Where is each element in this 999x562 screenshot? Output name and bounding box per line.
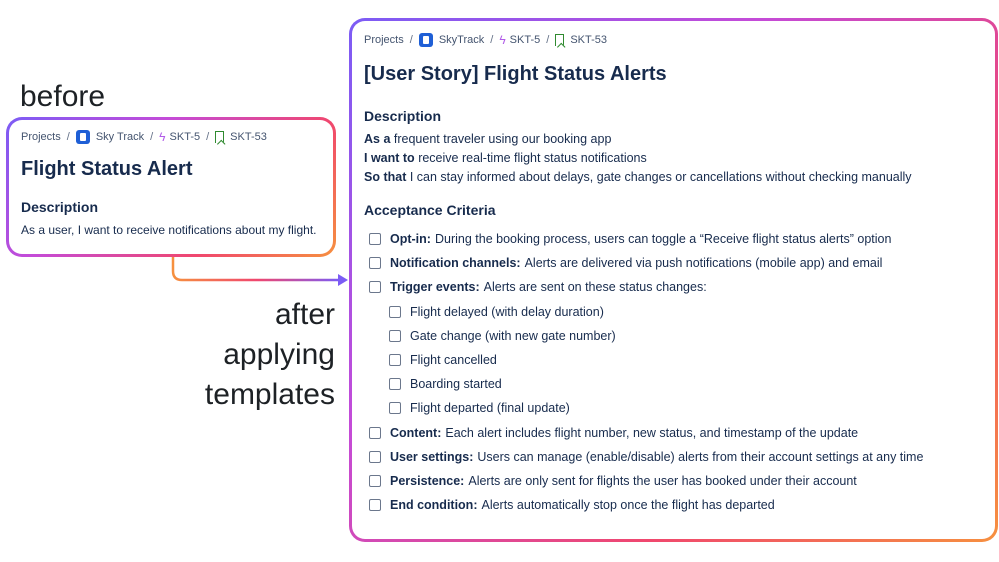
checkbox[interactable] [389,402,401,415]
before-label: before [20,80,106,113]
story-lead: As a [364,132,391,146]
criteria-label: Opt-in: [390,232,431,247]
breadcrumb-epic[interactable]: SKT-5 [510,34,541,46]
checkbox[interactable] [369,474,381,487]
after-card-frame: Projects / SkyTrack / ϟ SKT-5 / SKT-53 [… [349,18,998,542]
criteria-subitem: Gate change (with new gate number) [364,324,983,348]
criteria-item-end-condition: End condition: Alerts automatically stop… [364,493,983,517]
acceptance-criteria-list: Opt-in: During the booking process, user… [364,227,983,517]
checkbox[interactable] [389,354,401,367]
criteria-item-opt-in: Opt-in: During the booking process, user… [364,227,983,251]
description-text[interactable]: As a user, I want to receive notificatio… [21,223,321,237]
criteria-text: Alerts automatically stop once the fligh… [481,498,775,513]
after-label-line: templates [204,378,335,411]
breadcrumb-epic[interactable]: SKT-5 [170,131,201,143]
criteria-text: Alerts are only sent for flights the use… [468,473,857,488]
criteria-text: Alerts are delivered via push notificati… [524,256,883,271]
story-text: receive real-time flight status notifica… [418,151,647,165]
criteria-text: Flight departed (final update) [410,401,570,416]
breadcrumb-projects[interactable]: Projects [364,34,404,46]
criteria-label: Content: [390,425,442,440]
criteria-label: Notification channels: [390,256,521,271]
checkbox[interactable] [369,233,381,246]
criteria-item-content: Content: Each alert includes flight numb… [364,421,983,445]
after-label-line: applying [223,338,335,371]
before-card-frame: Projects / Sky Track / ϟ SKT-5 / SKT-53 … [6,117,336,257]
story-text: I can stay informed about delays, gate c… [409,170,912,184]
acceptance-criteria-heading: Acceptance Criteria [364,202,496,218]
criteria-item-user-settings: User settings: Users can manage (enable/… [364,445,983,469]
after-issue-card: Projects / SkyTrack / ϟ SKT-5 / SKT-53 [… [352,21,995,539]
criteria-label: Persistence: [390,473,465,488]
criteria-item-trigger-events: Trigger events: Alerts are sent on these… [364,275,983,299]
breadcrumb-issue[interactable]: SKT-53 [230,131,267,143]
epic-lightning-icon: ϟ [159,130,166,144]
before-issue-card: Projects / Sky Track / ϟ SKT-5 / SKT-53 … [9,120,333,254]
breadcrumb-separator: / [206,131,210,143]
criteria-text: Flight delayed (with delay duration) [410,304,604,319]
breadcrumb-project[interactable]: SkyTrack [439,34,484,46]
criteria-text: Users can manage (enable/disable) alerts… [477,449,924,464]
transform-arrow [171,255,348,286]
breadcrumb-project[interactable]: Sky Track [96,131,144,143]
issue-title[interactable]: [User Story] Flight Status Alerts [364,63,983,86]
criteria-subitem: Flight departed (final update) [364,396,983,420]
story-text: frequent traveler using our booking app [393,132,612,146]
criteria-item-persistence: Persistence: Alerts are only sent for fl… [364,469,983,493]
breadcrumb-separator: / [150,131,154,143]
checkbox[interactable] [369,450,381,463]
checkbox[interactable] [369,426,381,439]
criteria-text: Each alert includes flight number, new s… [445,425,859,440]
story-bookmark-icon [555,34,565,46]
breadcrumb-separator: / [490,34,494,46]
project-icon [75,130,90,144]
description-heading: Description [364,108,442,124]
story-bookmark-icon [215,131,225,143]
criteria-label: Trigger events: [390,280,480,295]
story-lead: I want to [364,151,415,165]
criteria-text: Boarding started [410,377,502,392]
criteria-item-notification-channels: Notification channels: Alerts are delive… [364,251,983,275]
story-lead: So that [364,170,407,184]
project-icon [418,33,433,47]
criteria-text: Flight cancelled [410,353,497,368]
criteria-label: End condition: [390,498,478,513]
checkbox[interactable] [369,499,381,512]
checkbox[interactable] [389,329,401,342]
breadcrumb: Projects / Sky Track / ϟ SKT-5 / SKT-53 [21,130,321,144]
checkbox[interactable] [389,378,401,391]
issue-title[interactable]: Flight Status Alert [21,158,321,181]
criteria-text: Gate change (with new gate number) [410,328,616,343]
checkbox[interactable] [369,281,381,294]
criteria-subitem: Flight cancelled [364,348,983,372]
story-line-as-a[interactable]: As a frequent traveler using our booking… [364,132,983,146]
breadcrumb-separator: / [546,34,550,46]
after-label-line: after [274,298,335,331]
breadcrumb-issue[interactable]: SKT-53 [570,34,607,46]
story-line-so-that[interactable]: So that I can stay informed about delays… [364,170,983,184]
after-label: after applying templates [205,295,335,415]
description-heading: Description [21,199,99,215]
checkbox[interactable] [369,257,381,270]
breadcrumb-separator: / [66,131,70,143]
breadcrumb-separator: / [409,34,413,46]
criteria-text: Alerts are sent on these status changes: [483,280,707,295]
criteria-subitem: Boarding started [364,372,983,396]
story-line-i-want-to[interactable]: I want to receive real-time flight statu… [364,151,983,165]
breadcrumb: Projects / SkyTrack / ϟ SKT-5 / SKT-53 [364,33,983,47]
epic-lightning-icon: ϟ [499,33,506,47]
breadcrumb-projects[interactable]: Projects [21,131,61,143]
criteria-subitem: Flight delayed (with delay duration) [364,300,983,324]
checkbox[interactable] [389,305,401,318]
criteria-text: During the booking process, users can to… [434,232,892,247]
criteria-label: User settings: [390,449,474,464]
